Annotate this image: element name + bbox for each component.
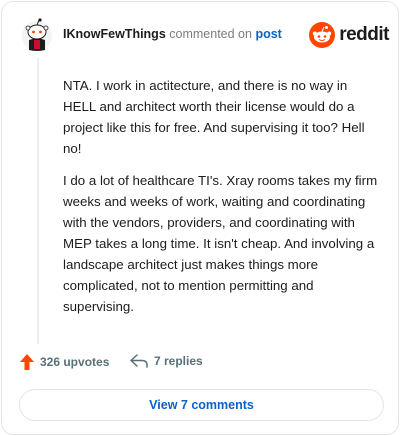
commented-on-text: commented on	[169, 27, 252, 41]
author-line: IKnowFewThings commented on post	[63, 27, 282, 41]
view-comments-button[interactable]: View 7 comments	[19, 389, 384, 421]
comment-card: IKnowFewThings commented on post reddit …	[1, 1, 399, 435]
comment-paragraph: I do a lot of healthcare TI's. Xray room…	[63, 173, 378, 314]
upvote-count: 326 upvotes	[40, 355, 110, 369]
comment-paragraph: NTA. I work in actitecture, and there is…	[63, 78, 365, 156]
upvote-button[interactable]: 326 upvotes	[20, 354, 109, 370]
post-link[interactable]: post	[255, 27, 281, 41]
thread-line	[37, 58, 39, 344]
reply-arrow-icon	[130, 354, 148, 368]
author-name[interactable]: IKnowFewThings	[63, 27, 166, 41]
comment-body: NTA. I work in actitecture, and there is…	[63, 75, 381, 328]
reddit-alien-icon	[309, 22, 336, 48]
comment-header: IKnowFewThings commented on post reddit	[19, 18, 389, 52]
replies-button[interactable]: 7 replies	[130, 354, 203, 368]
reddit-logo[interactable]: reddit	[309, 21, 389, 49]
reply-count: 7 replies	[154, 354, 203, 368]
snoo-avatar-icon[interactable]	[21, 18, 53, 52]
upvote-arrow-icon	[20, 354, 34, 370]
comment-actions: 326 upvotes 7 replies	[20, 354, 380, 376]
reddit-wordmark: reddit	[339, 24, 389, 45]
